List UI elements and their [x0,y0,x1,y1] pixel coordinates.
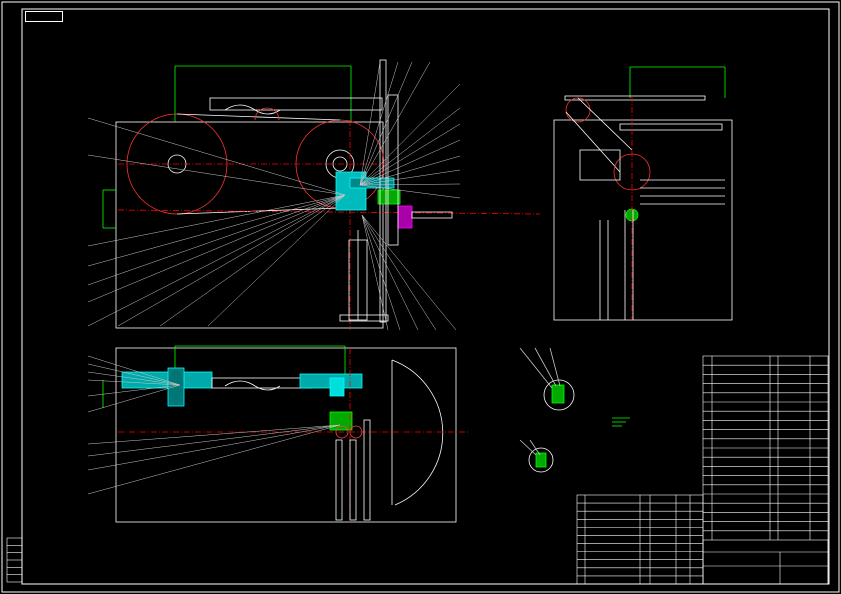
leader-line [87,117,346,196]
leader-line [361,214,437,331]
leader-line [87,194,346,286]
leader-line [87,194,346,247]
leader-line [87,194,346,267]
top-view [102,345,470,523]
leader-line [117,194,346,327]
leader-line [359,184,461,199]
leader-line [359,123,461,186]
front-view [102,59,541,330]
leader-line [87,424,341,495]
leader-line [359,155,461,186]
parts-list [576,494,704,585]
leader-line [361,214,419,331]
leader-line [359,61,381,186]
leader-line [361,214,401,331]
cad-drawing-sheet [1,1,840,593]
top-view-disc [391,359,444,506]
leader-line [359,61,399,186]
leader-line [87,384,181,413]
sheet-stamp [25,11,63,22]
leader-line [359,83,461,186]
leader-line [87,154,346,196]
sheet-inner-border [21,8,830,585]
revision-strip [6,537,23,583]
leader-line [87,194,346,327]
leader-line [87,424,341,457]
leader-line [361,214,389,331]
leader-line [207,194,346,327]
leader-line [359,61,431,186]
front-view-frame [115,121,384,329]
title-block [702,355,829,585]
detail-views [519,347,630,473]
side-view [553,66,733,321]
leader-line [361,214,457,331]
leader-line [87,424,341,445]
leader-line [359,169,461,186]
